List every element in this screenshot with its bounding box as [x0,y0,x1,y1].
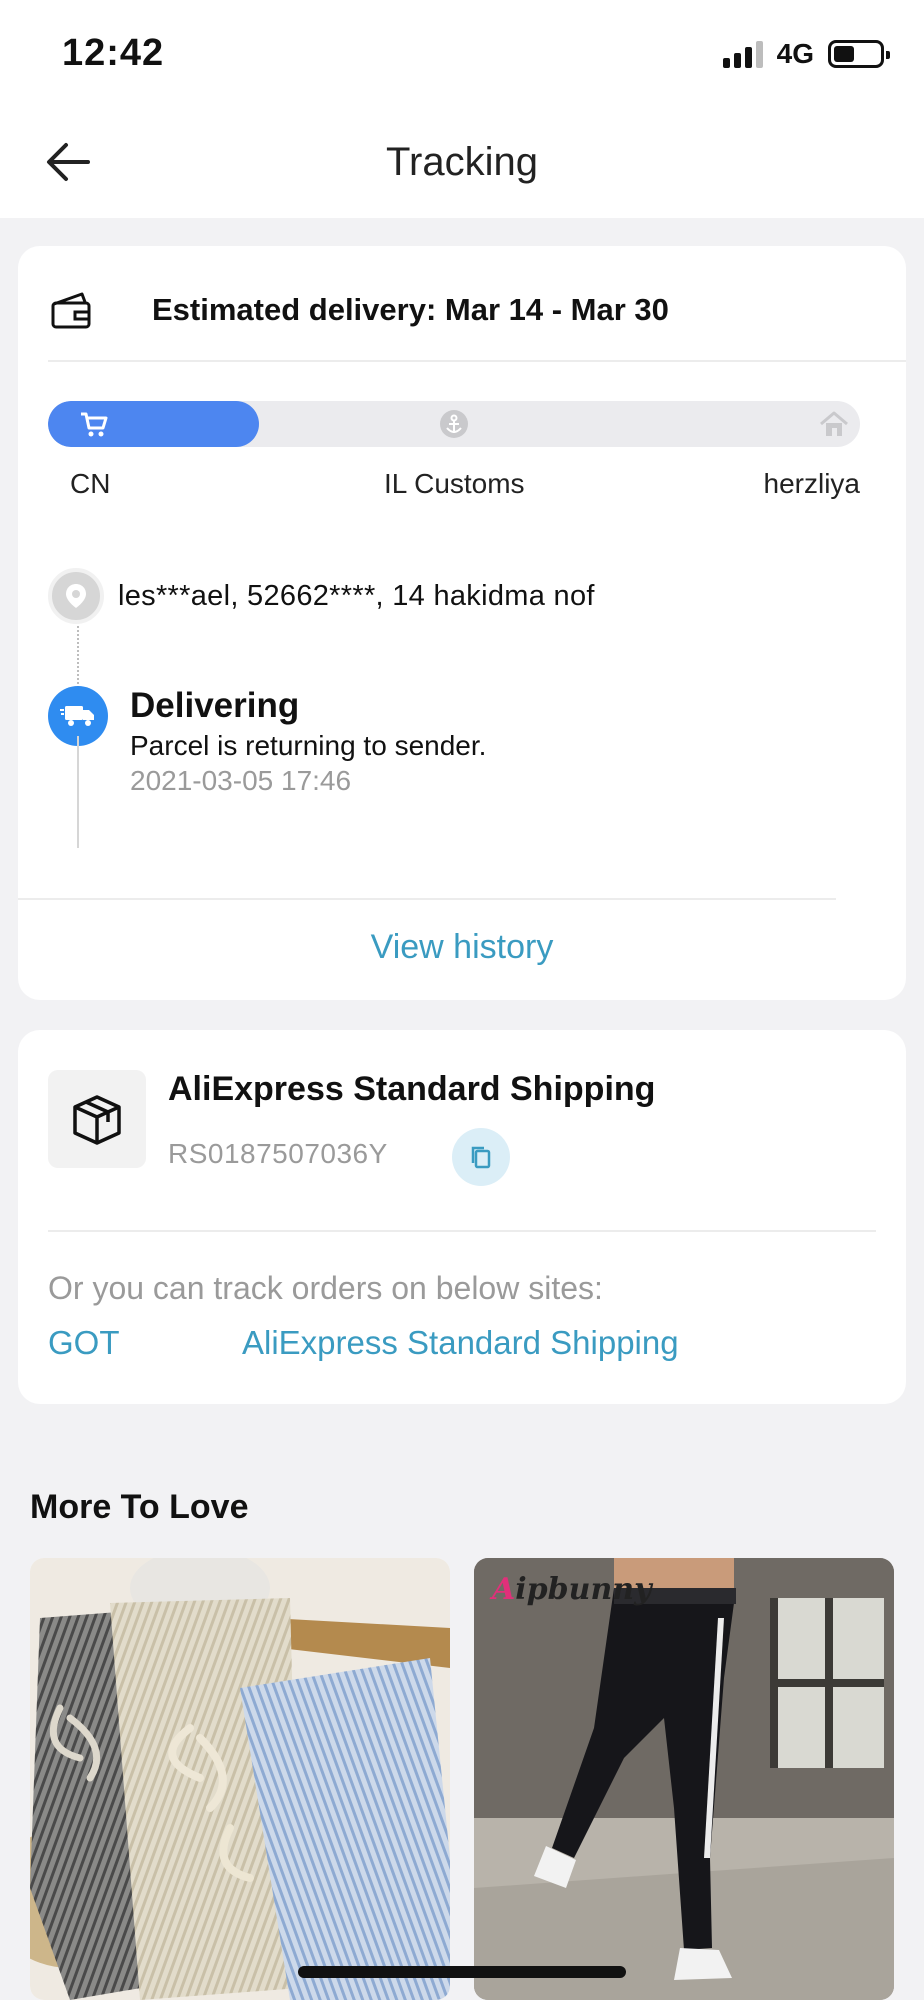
stage-destination: herzliya [763,468,860,499]
product-card-jogger-pants[interactable]: Aipbunny [474,1558,894,2000]
product-image-linen-pants [30,1558,450,2000]
event-timestamp: 2021-03-05 17:46 [130,765,352,796]
site-link-got[interactable]: GOT [48,1324,120,1362]
view-history-link[interactable]: View history [18,928,906,967]
network-type: 4G [776,38,814,69]
shipping-card: AliExpress Standard Shipping RS018750703… [18,1030,906,1404]
status-time: 12:42 [62,32,165,74]
anchor-icon [440,410,468,438]
estimated-delivery-row: Estimated delivery: Mar 14 - Mar 30 [48,286,669,334]
delivery-address: les***ael, 52662****, 14 hakidma nof [118,579,595,612]
package-icon [48,1070,146,1168]
status-bar: 12:42 4G [0,0,924,110]
timeline-line [77,736,79,848]
brand-watermark: Aipbunny [492,1572,652,1607]
copy-button[interactable] [452,1128,510,1186]
copy-icon [471,1146,491,1169]
delivery-progress-bar [48,401,860,447]
status-indicators: 4G [722,38,890,70]
battery-icon [828,40,890,68]
tracking-card: Estimated delivery: Mar 14 - Mar 30 CN I… [18,246,906,1000]
divider [48,360,906,362]
wallet-icon [51,292,91,329]
stage-origin: CN [70,468,111,499]
site-link-aliexpress[interactable]: AliExpress Standard Shipping [242,1324,679,1362]
carrier-name: AliExpress Standard Shipping [168,1070,656,1108]
more-to-love-title: More To Love [30,1488,249,1526]
location-pin-icon [48,568,104,624]
product-card-linen-pants[interactable] [30,1558,450,2000]
event-status: Delivering [130,686,300,725]
cart-icon [81,412,108,437]
home-indicator [298,1966,626,1978]
other-sites-label: Or you can track orders on below sites: [48,1270,603,1306]
home-icon [820,411,848,436]
estimated-delivery: Estimated delivery: Mar 14 - Mar 30 [152,292,669,327]
signal-icon [722,40,763,68]
event-description: Parcel is returning to sender. [130,730,487,761]
page-title: Tracking [386,140,538,184]
divider [18,898,836,900]
delivery-address-row: les***ael, 52662****, 14 hakidma nof [48,568,595,624]
stage-customs: IL Customs [384,468,525,499]
tracking-number: RS0187507036Y [168,1138,388,1169]
header: Tracking [0,110,924,218]
product-image-jogger-pants [474,1558,894,2000]
divider [48,1230,876,1232]
